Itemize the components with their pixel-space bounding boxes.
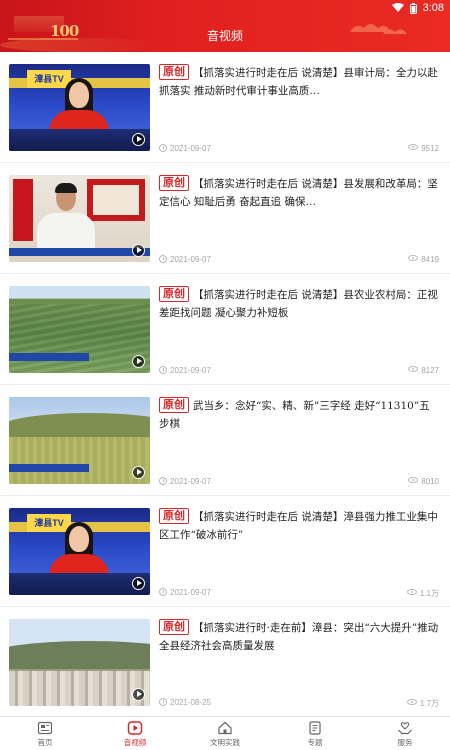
item-meta: 2021-08-25 1.7万	[159, 698, 439, 710]
bottom-nav: 首页 音视频 文明实践 专题 服务	[0, 716, 450, 750]
feed-item[interactable]: 漳县TV 原创 【抓落实进行时走在后 说清楚】县审计局：全力以赴抓落实 推动新时代…	[0, 52, 450, 163]
video-thumbnail[interactable]: 漳县TV	[9, 64, 150, 151]
video-feed: 漳县TV 原创 【抓落实进行时走在后 说清楚】县审计局：全力以赴抓落实 推动新时代…	[0, 52, 450, 716]
page-title: 音视频	[206, 29, 243, 43]
clock-icon	[159, 255, 167, 263]
house-icon	[218, 721, 232, 735]
topic-book-icon	[309, 721, 321, 735]
feed-item[interactable]: 漳县TV 原创 【抓落实进行时走在后 说清楚】漳县强力推工业集中区工作“破冰前行”…	[0, 496, 450, 607]
feed-item[interactable]: 原创 武当乡：念好“实、精、新”三字经 走好“11310”五步棋 2021-09-…	[0, 385, 450, 496]
tab-label: 专题	[307, 738, 323, 747]
tab-label: 音视频	[123, 738, 147, 747]
item-title[interactable]: 【抓落实进行时走在后 说清楚】县发展和改革局：坚定信心 知耻后勇 奋起直追 确保…	[159, 178, 438, 208]
item-date: 2021-09-07	[170, 366, 211, 375]
view-count: 1.7万	[419, 699, 439, 708]
tab-service[interactable]: 服务	[360, 717, 450, 750]
tab-home[interactable]: 首页	[0, 717, 90, 750]
feed-item[interactable]: 原创 【抓落实进行时·走在前】漳县：突出“六大提升”推动全县经济社会高质量发展 2…	[0, 607, 450, 716]
item-title[interactable]: 【抓落实进行时走在后 说清楚】县审计局：全力以赴抓落实 推动新时代审计事业高质…	[159, 67, 438, 97]
tab-label: 服务	[397, 738, 413, 747]
video-thumbnail[interactable]	[9, 286, 150, 373]
clock-icon	[159, 366, 167, 374]
tab-video[interactable]: 音视频	[90, 717, 180, 750]
clock-icon	[159, 144, 167, 152]
feed-item[interactable]: 原创 【抓落实进行时走在后 说清楚】县农业农村局：正视差距找问题 凝心聚力补短板 …	[0, 274, 450, 385]
wifi-icon	[391, 3, 404, 12]
item-date: 2021-09-07	[170, 477, 211, 486]
service-hands-icon	[398, 722, 412, 735]
original-tag: 原创	[159, 175, 189, 191]
eye-icon	[406, 589, 417, 595]
item-date: 2021-09-07	[170, 255, 211, 264]
item-title[interactable]: 【抓落实进行时走在后 说清楚】县农业农村局：正视差距找问题 凝心聚力补短板	[159, 289, 438, 319]
video-thumbnail[interactable]	[9, 397, 150, 484]
original-tag: 原创	[159, 508, 189, 524]
battery-icon	[409, 2, 417, 14]
clock-icon	[159, 588, 167, 596]
item-meta: 2021-09-07 1.1万	[159, 588, 439, 600]
video-thumbnail[interactable]: 漳县TV	[9, 508, 150, 595]
view-count: 8010	[421, 477, 439, 486]
status-bar: 3:08	[391, 1, 444, 15]
eye-icon	[408, 366, 419, 372]
item-title[interactable]: 武当乡：念好“实、精、新”三字经 走好“11310”五步棋	[159, 400, 430, 430]
original-tag: 原创	[159, 64, 189, 80]
view-count: 8419	[421, 255, 439, 264]
item-meta: 2021-09-07 8127	[159, 366, 439, 378]
status-time: 3:08	[422, 2, 444, 14]
clock-icon	[159, 477, 167, 485]
original-tag: 原创	[159, 619, 189, 635]
clock-icon	[159, 698, 167, 706]
home-newspaper-icon	[37, 721, 53, 735]
view-count: 9512	[421, 144, 439, 153]
play-icon[interactable]	[132, 577, 145, 590]
app-header: 100 3:08 音视频	[0, 0, 450, 52]
view-count: 1.1万	[419, 589, 439, 598]
eye-icon	[408, 144, 419, 150]
video-thumbnail[interactable]	[9, 619, 150, 706]
video-thumbnail[interactable]	[9, 175, 150, 262]
tab-label: 文明实践	[210, 738, 240, 747]
eye-icon	[408, 255, 419, 261]
feed-item[interactable]: 原创 【抓落实进行时走在后 说清楚】县发展和改革局：坚定信心 知耻后勇 奋起直追 …	[0, 163, 450, 274]
item-meta: 2021-09-07 8010	[159, 477, 439, 489]
item-date: 2021-08-25	[170, 698, 211, 707]
item-meta: 2021-09-07 8419	[159, 255, 439, 267]
tab-civilization[interactable]: 文明实践	[180, 717, 270, 750]
tab-topics[interactable]: 专题	[270, 717, 360, 750]
view-count: 8127	[421, 366, 439, 375]
item-date: 2021-09-07	[170, 588, 211, 597]
play-icon[interactable]	[132, 244, 145, 257]
play-icon[interactable]	[132, 133, 145, 146]
item-meta: 2021-09-07 9512	[159, 144, 439, 156]
original-tag: 原创	[159, 397, 189, 413]
item-title[interactable]: 【抓落实进行时走在后 说清楚】漳县强力推工业集中区工作“破冰前行”	[159, 511, 438, 541]
play-icon[interactable]	[132, 466, 145, 479]
item-date: 2021-09-07	[170, 144, 211, 153]
eye-icon	[408, 477, 419, 483]
play-video-icon	[127, 721, 143, 735]
item-title[interactable]: 【抓落实进行时·走在前】漳县：突出“六大提升”推动全县经济社会高质量发展	[159, 622, 438, 652]
original-tag: 原创	[159, 286, 189, 302]
eye-icon	[406, 699, 417, 705]
play-icon[interactable]	[132, 355, 145, 368]
play-icon[interactable]	[132, 688, 145, 701]
tab-label: 首页	[37, 738, 53, 747]
